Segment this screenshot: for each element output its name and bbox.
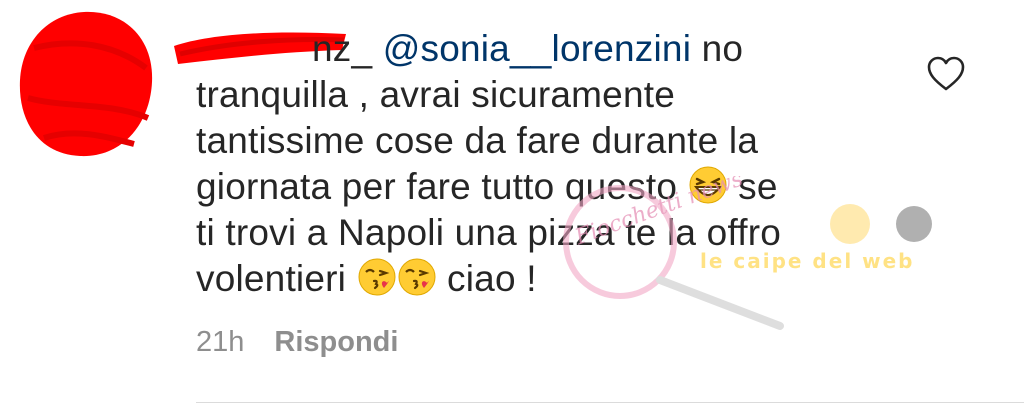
comment-line-3: tantissime cose da fare durante la: [196, 120, 759, 161]
watermark-logo: Fiocchetti news le caipe del web: [563, 176, 932, 330]
timestamp: 21h: [196, 326, 245, 358]
comment-text-segment: ciao !: [436, 258, 537, 299]
comment-text-segment: volentieri: [196, 258, 357, 299]
username-suffix[interactable]: nz_: [312, 28, 372, 69]
comment-line-1: nz_ @sonia__lorenzini no: [196, 26, 886, 72]
comment-line-2: tranquilla , avrai sicuramente: [196, 74, 675, 115]
divider: [196, 402, 1024, 403]
comment-item: nz_ @sonia__lorenzini no tranquilla , av…: [0, 0, 1024, 411]
face-blowing-kiss-emoji-icon: [358, 258, 396, 296]
avatar-redacted: [19, 11, 153, 157]
reply-button[interactable]: Rispondi: [274, 326, 398, 359]
mention-link[interactable]: @sonia__lorenzini: [383, 28, 691, 69]
watermark-text: le caipe del web: [700, 249, 915, 273]
comment-meta: 21h Rispondi: [196, 326, 398, 359]
heart-outline-icon[interactable]: [926, 56, 966, 92]
comment-text-segment: no: [691, 28, 744, 69]
watermark-script-text: Fiocchetti news: [571, 176, 746, 251]
face-blowing-kiss-emoji-icon: [398, 258, 436, 296]
